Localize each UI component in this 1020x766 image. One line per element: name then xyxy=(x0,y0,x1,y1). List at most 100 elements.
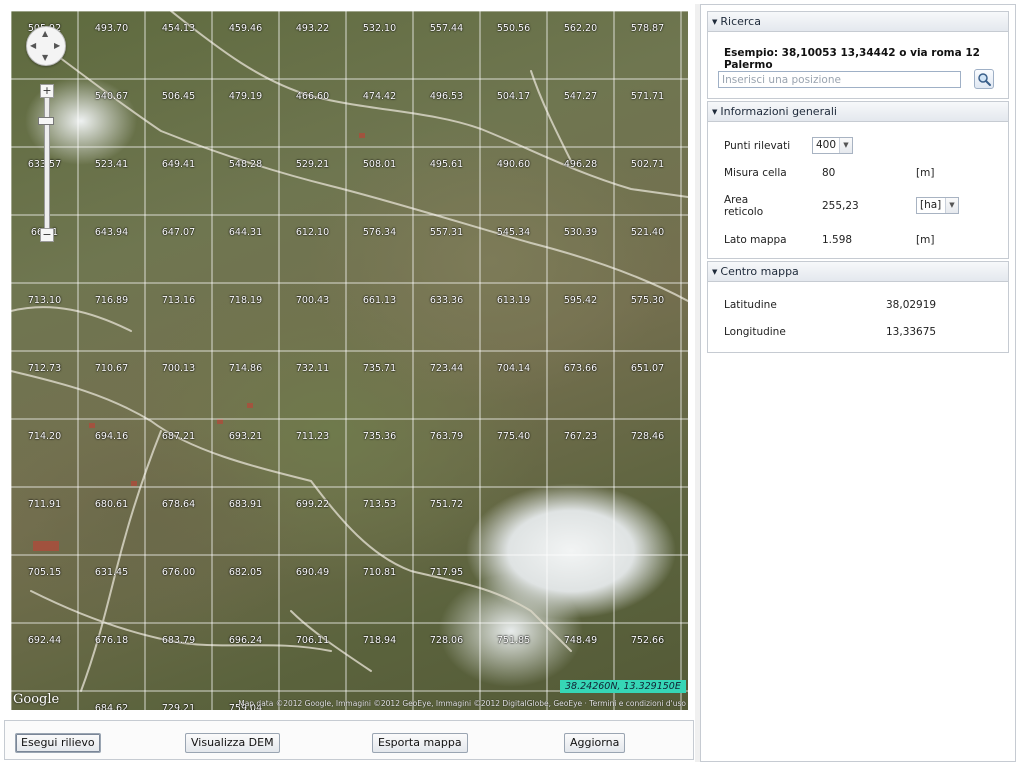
grid-cell-value: 751.85 xyxy=(496,635,531,646)
pan-up-icon[interactable]: ▲ xyxy=(42,30,48,38)
grid-cell-value: 717.95 xyxy=(429,567,464,578)
grid-cell-value: 710.81 xyxy=(362,567,397,578)
grid-cell-value: 523.41 xyxy=(94,159,129,170)
grid-cell-value: 651.07 xyxy=(630,363,665,374)
chevron-down-icon[interactable]: ▼ xyxy=(839,138,852,153)
grid-cell-value: 700.13 xyxy=(161,363,196,374)
grid-cell-value: 735.71 xyxy=(362,363,397,374)
grid-cell-value: 728.06 xyxy=(429,635,464,646)
grid-cell-value: 644.31 xyxy=(228,227,263,238)
grid-cell-value: 631.45 xyxy=(94,567,129,578)
coordinate-readout: 38.24260N, 13.329150E xyxy=(560,680,686,693)
triangle-down-icon: ▼ xyxy=(712,108,718,116)
grid-cell-value: 495.61 xyxy=(429,159,464,170)
elevation-grid: 505.92493.70454.13459.46493.22532.10557.… xyxy=(11,11,688,710)
grid-cell-value: 506.45 xyxy=(161,91,196,102)
visualizza-dem-button[interactable]: Visualizza DEM xyxy=(185,733,280,753)
grid-cell-value: 718.94 xyxy=(362,635,397,646)
grid-cell-value: 479.19 xyxy=(228,91,263,102)
latitudine-label: Latitudine xyxy=(724,299,777,311)
search-input[interactable] xyxy=(718,71,961,88)
grid-cell-value: 493.70 xyxy=(94,23,129,34)
grid-cell-value: 521.40 xyxy=(630,227,665,238)
grid-cell-value: 548.28 xyxy=(228,159,263,170)
zoom-slider-handle[interactable] xyxy=(38,117,54,125)
zoom-out-button[interactable]: − xyxy=(40,228,54,242)
grid-cell-value: 578.87 xyxy=(630,23,665,34)
grid-cell-value: 612.10 xyxy=(295,227,330,238)
pan-left-icon[interactable]: ◀ xyxy=(30,42,36,50)
grid-cell-value: 633.36 xyxy=(429,295,464,306)
punti-rilevati-select[interactable]: 400 ▼ xyxy=(812,137,853,154)
zoom-in-button[interactable]: + xyxy=(40,84,54,98)
google-logo: Google xyxy=(13,692,60,707)
grid-cell-value: 496.28 xyxy=(563,159,598,170)
grid-cell-value: 748.49 xyxy=(563,635,598,646)
grid-cell-value: 661.13 xyxy=(362,295,397,306)
grid-cell-value: 595.42 xyxy=(563,295,598,306)
grid-cell-value: 680.61 xyxy=(94,499,129,510)
informazioni-title: Informazioni generali xyxy=(720,105,837,118)
latitudine-value: 38,02919 xyxy=(886,299,937,311)
lato-mappa-label: Lato mappa xyxy=(724,234,787,246)
misura-cella-value: 80 xyxy=(822,167,836,179)
pan-down-icon[interactable]: ▼ xyxy=(42,54,48,62)
grid-cell-value: 682.05 xyxy=(228,567,263,578)
grid-cell-value: 729.21 xyxy=(161,703,196,710)
pan-right-icon[interactable]: ▶ xyxy=(54,42,60,50)
grid-cell-value: 529.21 xyxy=(295,159,330,170)
pan-control[interactable]: ▲ ▼ ◀ ▶ xyxy=(26,26,66,66)
grid-cell-value: 693.21 xyxy=(228,431,263,442)
centro-mappa-header[interactable]: ▼ Centro mappa xyxy=(708,262,1008,282)
grid-cell-value: 723.44 xyxy=(429,363,464,374)
grid-cell-value: 504.17 xyxy=(496,91,531,102)
map-attribution[interactable]: Map data ©2012 Google, Immagini ©2012 Ge… xyxy=(238,699,686,708)
grid-cell-value: 696.24 xyxy=(228,635,263,646)
grid-cell-value: 706.11 xyxy=(295,635,330,646)
informazioni-header[interactable]: ▼ Informazioni generali xyxy=(708,102,1008,122)
grid-cell-value: 557.44 xyxy=(429,23,464,34)
grid-cell-value: 763.79 xyxy=(429,431,464,442)
chevron-down-icon[interactable]: ▼ xyxy=(945,198,958,213)
grid-cell-value: 676.00 xyxy=(161,567,196,578)
grid-cell-value: 711.23 xyxy=(295,431,330,442)
grid-cell-value: 678.64 xyxy=(161,499,196,510)
search-example-text: Esempio: 38,10053 13,34442 o via roma 12… xyxy=(724,47,980,71)
ricerca-title: Ricerca xyxy=(720,15,761,28)
grid-cell-value: 673.66 xyxy=(563,363,598,374)
grid-cell-value: 716.89 xyxy=(94,295,129,306)
grid-cell-value: 649.41 xyxy=(161,159,196,170)
grid-cell-value: 712.73 xyxy=(27,363,62,374)
grid-cell-value: 562.20 xyxy=(563,23,598,34)
grid-cell-value: 735.36 xyxy=(362,431,397,442)
grid-cell-value: 557.31 xyxy=(429,227,464,238)
esporta-mappa-button[interactable]: Esporta mappa xyxy=(372,733,468,753)
grid-cell-value: 692.44 xyxy=(27,635,62,646)
grid-cell-value: 694.16 xyxy=(94,431,129,442)
esegui-rilievo-button[interactable]: Esegui rilievo xyxy=(15,733,101,753)
grid-cell-value: 643.94 xyxy=(94,227,129,238)
grid-cell-value: 728.46 xyxy=(630,431,665,442)
area-reticolo-value: 255,23 xyxy=(822,200,859,212)
misura-cella-label: Misura cella xyxy=(724,167,787,179)
search-button[interactable] xyxy=(974,69,994,89)
ricerca-panel: ▼ Ricerca Esempio: 38,10053 13,34442 o vi… xyxy=(707,11,1009,99)
grid-cell-value: 474.42 xyxy=(362,91,397,102)
grid-cell-value: 496.53 xyxy=(429,91,464,102)
area-unit-select[interactable]: [ha] ▼ xyxy=(916,197,959,214)
grid-cell-value: 545.34 xyxy=(496,227,531,238)
aggiorna-button[interactable]: Aggiorna xyxy=(564,733,626,753)
grid-cell-value: 732.11 xyxy=(295,363,330,374)
grid-cell-value: 714.20 xyxy=(27,431,62,442)
map-viewport[interactable]: 505.92493.70454.13459.46493.22532.10557.… xyxy=(11,11,688,710)
grid-cell-value: 454.13 xyxy=(161,23,196,34)
grid-cell-value: 714.86 xyxy=(228,363,263,374)
grid-cell-value: 683.91 xyxy=(228,499,263,510)
grid-cell-value: 647.07 xyxy=(161,227,196,238)
grid-cell-value: 718.19 xyxy=(228,295,263,306)
grid-cell-value: 711.91 xyxy=(27,499,62,510)
grid-cell-value: 530.39 xyxy=(563,227,598,238)
grid-cell-value: 687.21 xyxy=(161,431,196,442)
informazioni-panel: ▼ Informazioni generali Punti rilevati 40… xyxy=(707,101,1009,259)
ricerca-header[interactable]: ▼ Ricerca xyxy=(708,12,1008,32)
